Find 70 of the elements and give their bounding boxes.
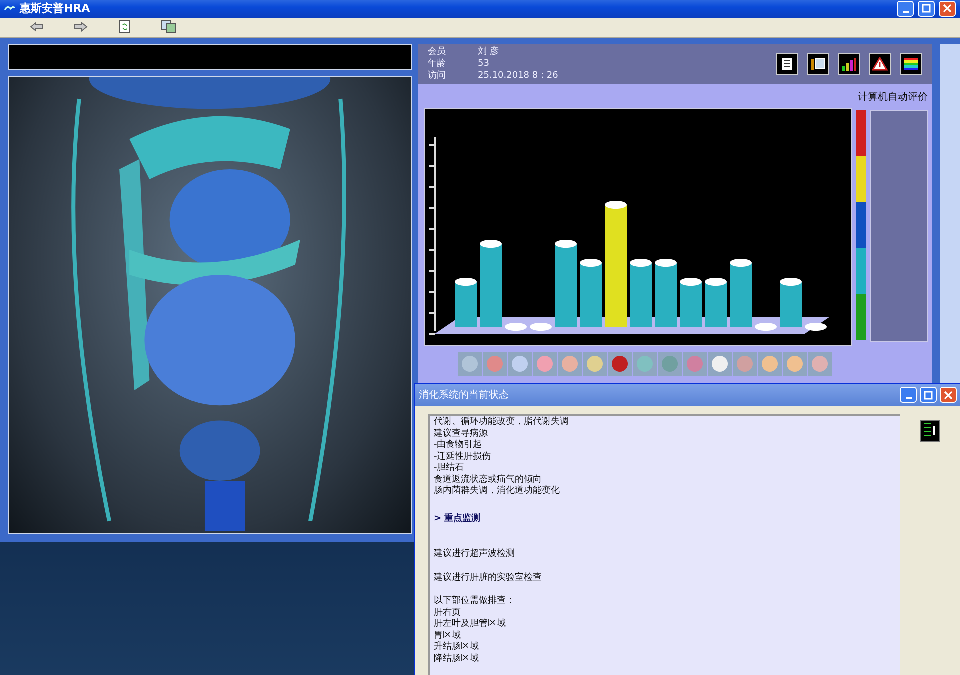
right-arrow-icon bbox=[74, 22, 88, 32]
window-title: 惠斯安普HRA bbox=[20, 1, 92, 16]
report-line: 以下部位需做排查： bbox=[434, 596, 516, 608]
organ-thumbnail[interactable] bbox=[483, 352, 507, 376]
close-icon bbox=[943, 4, 952, 14]
maximize-button[interactable] bbox=[918, 0, 935, 17]
close-button[interactable] bbox=[940, 387, 957, 403]
report-line: -迁延性肝损伤 bbox=[434, 452, 492, 462]
report-text-area[interactable]: 代谢、循环功能改变，脂代谢失调 建议查寻病源 -由食物引起 -迁延性肝损伤 -胆结石 食道返流状态或疝气的倾向 肠内菌群失调，消化道功能变化 > 重点监测 建议进行超声波检测 建议进行肝脏的实验室检查 以下部位需做排查： 肝右页 肝左叶及胆管区域 胃区域 升结肠区域 降结肠区域 bbox=[428, 414, 900, 675]
organ-thumbnail[interactable] bbox=[683, 352, 707, 376]
report-line: 升结肠区域 bbox=[434, 642, 480, 654]
report-line: 建议进行肝脏的实验室检查 bbox=[434, 572, 543, 584]
maximize-button[interactable] bbox=[920, 387, 937, 403]
organ-thumbnail[interactable] bbox=[733, 352, 757, 376]
organ-thumbnail[interactable] bbox=[458, 352, 482, 376]
field-label: 年龄 bbox=[428, 58, 447, 70]
field-label: 访问 bbox=[428, 70, 447, 82]
document-icon bbox=[781, 56, 793, 71]
report-line: 肠内菌群失调，消化道功能变化 bbox=[434, 486, 561, 498]
page-number-button[interactable] bbox=[920, 420, 940, 442]
report-line: 胃区域 bbox=[434, 630, 462, 642]
color-scale-button[interactable] bbox=[900, 52, 922, 75]
report-line: 肝左叶及胆管区域 bbox=[434, 619, 507, 630]
report-line: 建议查寻病源 bbox=[434, 428, 489, 440]
page-icon bbox=[922, 421, 938, 439]
refresh-icon bbox=[119, 20, 131, 34]
warning-button[interactable] bbox=[869, 52, 891, 75]
copy-button[interactable] bbox=[160, 19, 178, 36]
field-value: 25.10.2018 8 : 26 bbox=[478, 70, 560, 82]
organ-thumbnail[interactable] bbox=[608, 352, 632, 376]
report-line: -由食物引起 bbox=[434, 440, 484, 452]
maximize-icon bbox=[924, 390, 933, 400]
report-line: -胆结石 bbox=[434, 463, 466, 474]
report-line: 降结肠区域 bbox=[434, 654, 480, 665]
organ-thumbnail[interactable] bbox=[558, 352, 582, 376]
organ-thumbnail[interactable] bbox=[658, 352, 682, 376]
bar-chart-icon bbox=[841, 56, 857, 71]
minimize-button[interactable] bbox=[900, 387, 917, 403]
close-button[interactable] bbox=[939, 0, 956, 17]
organ-thumbnail[interactable] bbox=[533, 352, 557, 376]
evaluation-label: 计算机自动评价 bbox=[858, 90, 928, 104]
organ-thumbnail[interactable] bbox=[508, 352, 532, 376]
field-value: 刘 彦 bbox=[478, 46, 500, 58]
copy-icon bbox=[161, 20, 177, 34]
report-line: 代谢、循环功能改变，脂代谢失调 bbox=[434, 417, 570, 428]
bar-chart-button[interactable] bbox=[838, 52, 860, 75]
minimize-icon bbox=[906, 397, 912, 399]
list-button[interactable] bbox=[807, 52, 829, 75]
left-arrow-icon bbox=[30, 22, 44, 32]
document-button[interactable] bbox=[776, 52, 798, 75]
dialog-title: 消化系统的当前状态 bbox=[419, 388, 510, 402]
organ-thumbnail[interactable] bbox=[708, 352, 732, 376]
panel-icon bbox=[810, 56, 826, 71]
organ-thumbnail[interactable] bbox=[583, 352, 607, 376]
report-line: 肝右页 bbox=[434, 608, 462, 618]
minimize-button[interactable] bbox=[897, 0, 914, 17]
warning-icon bbox=[872, 56, 888, 71]
organ-thumbnail[interactable] bbox=[808, 352, 832, 376]
organ-thumbnail[interactable] bbox=[633, 352, 657, 376]
report-line: 建议进行超声波检测 bbox=[434, 549, 516, 560]
maximize-icon bbox=[922, 4, 931, 14]
section-heading: > 重点监测 bbox=[434, 514, 482, 525]
organ-thumbnail[interactable] bbox=[758, 352, 782, 376]
minimize-icon bbox=[902, 10, 908, 13]
close-icon bbox=[944, 390, 953, 400]
report-line: 食道返流状态或疝气的倾向 bbox=[434, 474, 543, 486]
field-value: 53 bbox=[478, 58, 490, 70]
color-stripes-icon bbox=[903, 56, 919, 71]
field-label: 会员 bbox=[428, 46, 447, 58]
organ-thumbnail[interactable] bbox=[783, 352, 807, 376]
